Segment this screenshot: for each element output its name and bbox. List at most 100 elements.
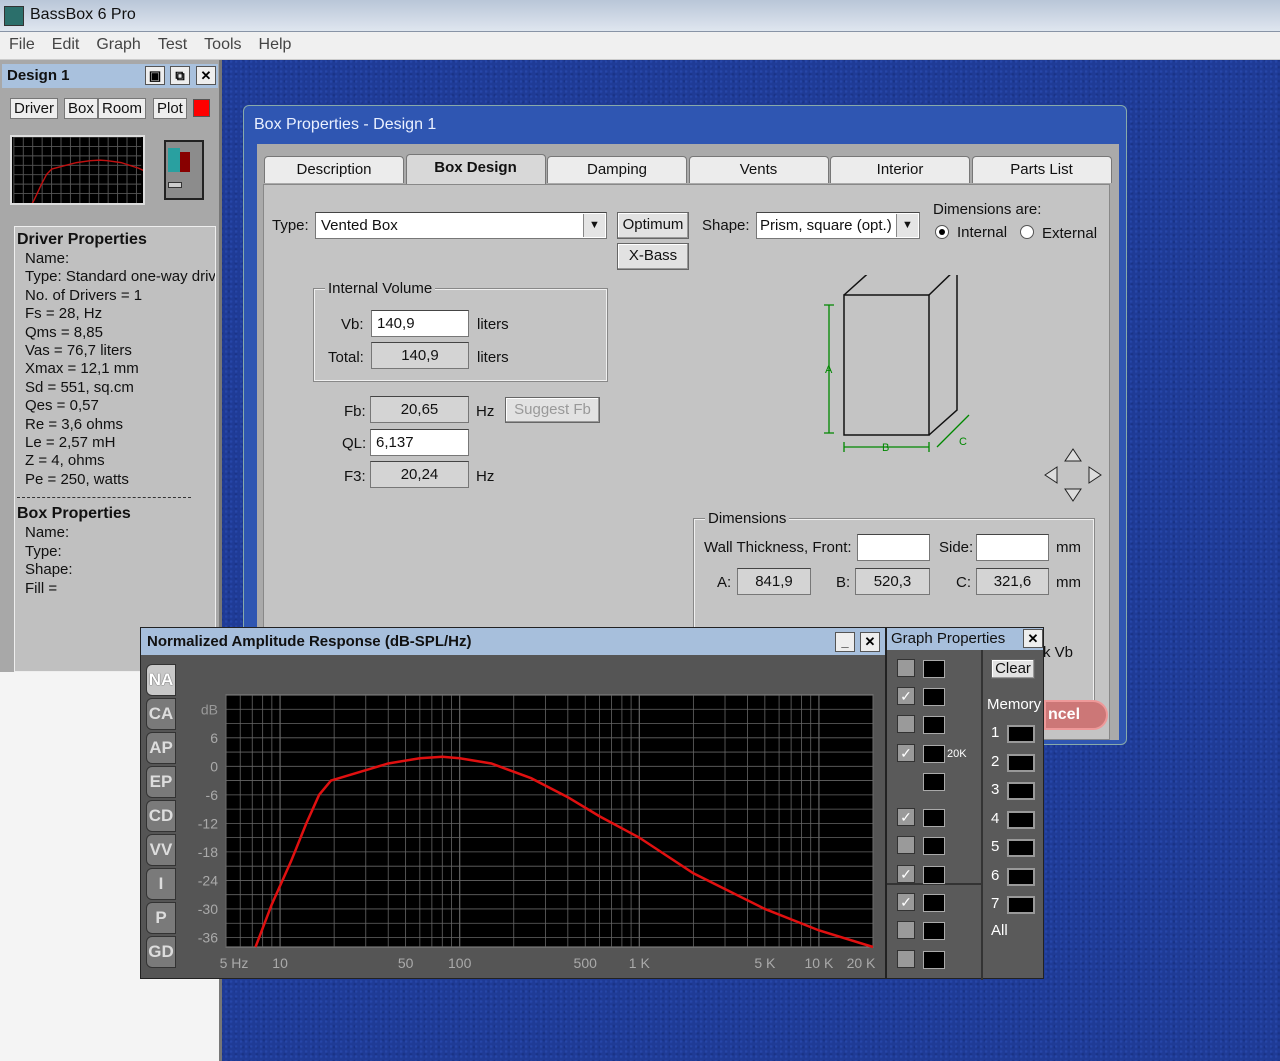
menu-file[interactable]: File [0,32,43,54]
fb-label: Fb: [344,403,366,420]
a-label: A: [717,574,732,591]
x-tick-label: 1 K [629,955,651,971]
driver-measured-icon[interactable] [923,920,971,940]
tab-vents[interactable]: Vents [688,156,829,183]
driver-property: Qes = 0,57 [25,397,99,415]
tab-damping[interactable]: Damping [547,156,687,183]
option-checkbox[interactable]: ✓ [897,865,915,883]
amplitude-chart[interactable]: dB 6 0 -6 -12 -18 -24 -30 -365 Hz 10 50 100 500 1 K 5 … [141,655,885,978]
clear-button[interactable]: Clear [991,659,1035,679]
driver-property: Sd = 551, sq.cm [25,378,134,396]
external-radio[interactable] [1020,225,1034,239]
menu-test[interactable]: Test [149,32,195,54]
option-checkbox[interactable] [897,715,915,733]
rotate-view-arrows-icon[interactable] [1041,445,1105,505]
type-select[interactable]: Vented Box ▼ [315,212,607,239]
fb-value: 20,65 [370,396,469,423]
option-checkbox[interactable] [897,836,915,854]
wall-front-input[interactable] [857,534,930,561]
menu-tools[interactable]: Tools [195,32,249,54]
resize-icon[interactable] [923,771,971,791]
divider [17,497,191,499]
mic-measured-icon[interactable] [923,949,971,969]
menu-edit[interactable]: Edit [43,32,88,54]
save-icon[interactable]: ▣ [145,66,165,85]
option-checkbox[interactable] [897,921,915,939]
box-property: Fill = [25,579,58,597]
x-tick-label: 100 [448,955,472,971]
response-thumbnail[interactable] [10,135,145,205]
mm-unit: mm [1056,539,1081,556]
tab-parts-list[interactable]: Parts List [971,156,1112,183]
ql-input[interactable]: 6,137 [370,429,469,456]
memory-slot-5[interactable] [1007,839,1035,857]
box-response-icon[interactable] [923,835,971,855]
plot-button[interactable]: Plot [153,98,187,119]
tab-description[interactable]: Description [264,156,404,183]
close-icon[interactable]: ✕ [860,632,880,652]
option-checkbox[interactable] [897,950,915,968]
option-checkbox[interactable]: ✓ [897,893,915,911]
tab-interior[interactable]: Interior [830,156,970,183]
tab-box-design[interactable]: Box Design [405,154,546,184]
cancel-button[interactable]: ncel [1044,700,1108,730]
y-tick-label: 6 [210,730,218,746]
vb-label: Vb: [341,316,364,333]
option-checkbox[interactable]: ✓ [897,687,915,705]
memory-label: Memory [987,696,1042,713]
room-response-icon[interactable] [923,864,971,884]
auto-scale-icon[interactable] [923,714,971,734]
dimensions-title: Dimensions [705,510,790,527]
mm-unit: mm [1056,574,1081,591]
driver-property: Name: [25,250,70,267]
graph-properties-title: Graph Properties [891,630,1006,647]
driver-property: Pe = 250, watts [25,470,129,488]
xbass-button[interactable]: X-Bass [617,243,689,270]
shape-label: Shape: [702,217,750,234]
memory-slot-7[interactable] [1007,896,1035,914]
option-checkbox[interactable] [897,659,915,677]
y-tick-label: -36 [198,929,218,945]
driver-property: Type: Standard one-way driver [25,268,216,286]
crosshair-icon[interactable] [923,658,971,678]
memory-slot-2[interactable] [1007,753,1035,772]
option-checkbox[interactable]: ✓ [897,808,915,826]
memory-all[interactable]: All [991,922,1008,939]
app-title: BassBox 6 Pro [30,6,136,23]
wall-side-input[interactable] [976,534,1049,561]
memory-slot-4[interactable] [1007,810,1035,829]
y-axis-label: dB [201,701,218,717]
menu-graph[interactable]: Graph [87,32,148,54]
x-tick-label: 5 Hz [220,955,249,971]
driver-response-icon[interactable] [923,807,971,827]
graph-properties-title-bar: Graph Properties ✕ [887,628,1043,650]
suggest-fb-button[interactable]: Suggest Fb [505,397,600,423]
vb-input[interactable]: 140,9 [371,310,469,337]
box-button[interactable]: Box [64,98,98,119]
grid-icon[interactable] [923,686,971,706]
hz-unit: Hz [476,468,495,485]
internal-radio[interactable] [935,225,949,239]
shape-select[interactable]: Prism, square (opt.) ▼ [756,212,920,239]
liters-unit: liters [477,349,509,366]
close-icon[interactable]: ✕ [1023,629,1043,648]
close-icon[interactable]: ✕ [196,66,216,85]
copy-icon[interactable]: ⧉ [170,66,190,85]
room-button[interactable]: Room [98,98,147,119]
chevron-down-icon[interactable]: ▼ [896,214,918,237]
menu-help[interactable]: Help [250,32,300,54]
option-checkbox[interactable]: ✓ [897,744,915,762]
x-tick-label: 50 [398,955,414,971]
driver-button[interactable]: Driver [10,98,58,119]
plot-color-swatch[interactable] [193,99,210,117]
memory-slot-6[interactable] [1007,867,1035,886]
minimize-icon[interactable]: _ [835,632,855,652]
y-tick-label: -30 [198,901,218,917]
optimum-button[interactable]: Optimum [617,212,689,239]
memory-slot-1[interactable] [1007,725,1035,743]
crossover-icon[interactable] [923,892,971,912]
f3-value: 20,24 [370,461,469,488]
extend-20k-icon[interactable]: 20K [923,743,971,763]
memory-slot-3[interactable] [1007,782,1035,800]
chevron-down-icon[interactable]: ▼ [583,214,605,237]
